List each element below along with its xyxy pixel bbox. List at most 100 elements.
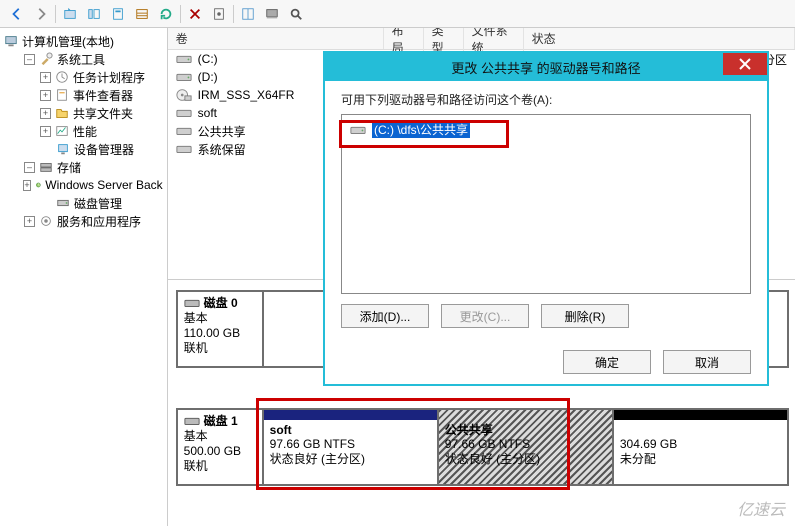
disk-type: 基本 xyxy=(184,429,208,443)
drive-icon xyxy=(176,52,192,66)
disk-type: 基本 xyxy=(184,311,208,325)
disk-1-info: 磁盘 1 基本 500.00 GB 联机 xyxy=(178,410,264,484)
perf-icon xyxy=(55,124,69,138)
expand-icon[interactable]: + xyxy=(24,216,35,227)
tree-root[interactable]: 计算机管理(本地) xyxy=(0,32,167,50)
tree-label: 任务计划程序 xyxy=(73,69,145,86)
drive-icon xyxy=(176,106,192,120)
back-button[interactable] xyxy=(6,3,28,25)
show-button[interactable] xyxy=(83,3,105,25)
tree-task[interactable]: + 任务计划程序 xyxy=(0,68,167,86)
vol-name: 系统保留 xyxy=(198,141,246,158)
col-vol[interactable]: 卷 xyxy=(168,28,384,49)
help-button[interactable] xyxy=(237,3,259,25)
clock-icon xyxy=(55,70,69,84)
expand-icon[interactable]: + xyxy=(40,90,51,101)
part-status: 未分配 xyxy=(620,452,656,466)
nav-tree[interactable]: 计算机管理(本地) – 系统工具 + 任务计划程序 + 事件查看器 + 共享文件… xyxy=(0,28,168,526)
tree-devmgr[interactable]: 设备管理器 xyxy=(0,140,167,158)
part-info: 304.69 GB xyxy=(620,437,677,451)
watermark: 亿速云 xyxy=(737,496,785,520)
dialog-titlebar[interactable]: 更改 公共共享 的驱动器号和路径 xyxy=(325,53,767,81)
tree-label: 设备管理器 xyxy=(74,141,134,158)
expand-icon[interactable]: + xyxy=(40,126,51,137)
disk-icon xyxy=(184,296,200,310)
tree-label: 服务和应用程序 xyxy=(57,213,141,230)
dialog-title: 更改 公共共享 的驱动器号和路径 xyxy=(451,58,640,77)
vol-name: (D:) xyxy=(198,70,218,84)
close-icon xyxy=(739,58,751,70)
find-button[interactable] xyxy=(285,3,307,25)
drive-icon xyxy=(176,124,192,138)
disk-size: 110.00 GB xyxy=(184,326,240,340)
cancel-button[interactable]: 取消 xyxy=(663,350,751,374)
expand-icon[interactable]: + xyxy=(40,108,51,119)
drive-icon xyxy=(176,70,192,84)
tree-wsb[interactable]: + Windows Server Back xyxy=(0,176,167,194)
tree-diskmgmt[interactable]: 磁盘管理 xyxy=(0,194,167,212)
disk-name: 磁盘 0 xyxy=(204,296,238,310)
event-icon xyxy=(55,88,69,102)
disk-0-info: 磁盘 0 基本 110.00 GB 联机 xyxy=(178,292,264,366)
disk-state: 联机 xyxy=(184,459,208,473)
toolbar-sep xyxy=(180,5,181,23)
toolbar-sep xyxy=(233,5,234,23)
expand-icon[interactable]: + xyxy=(23,180,30,191)
disk-state: 联机 xyxy=(184,341,208,355)
tree-label: 磁盘管理 xyxy=(74,195,122,212)
tree-label: Windows Server Back xyxy=(45,178,162,192)
partition-cap xyxy=(614,410,787,420)
change-button[interactable]: 更改(C)... xyxy=(441,304,529,328)
computer-icon xyxy=(4,34,18,48)
toolbar xyxy=(0,0,795,28)
properties-button[interactable] xyxy=(107,3,129,25)
tree-label: 计算机管理(本地) xyxy=(22,33,114,50)
tree-perf[interactable]: + 性能 xyxy=(0,122,167,140)
tree-event[interactable]: + 事件查看器 xyxy=(0,86,167,104)
part-name: 公共共享 xyxy=(445,423,493,437)
ok-button[interactable]: 确定 xyxy=(563,350,651,374)
collapse-icon[interactable]: – xyxy=(24,162,35,173)
close-button[interactable] xyxy=(723,53,767,75)
action-button[interactable] xyxy=(261,3,283,25)
services-icon xyxy=(39,214,53,228)
vol-name: IRM_SSS_X64FR xyxy=(198,88,295,102)
collapse-icon[interactable]: – xyxy=(24,54,35,65)
partition-unalloc[interactable]: 304.69 GB 未分配 xyxy=(612,410,787,484)
remove-button[interactable]: 删除(R) xyxy=(541,304,629,328)
add-button[interactable]: 添加(D)... xyxy=(341,304,429,328)
list-button[interactable] xyxy=(131,3,153,25)
tools-icon xyxy=(39,52,53,66)
part-status: 状态良好 (主分区) xyxy=(445,452,540,466)
tree-label: 事件查看器 xyxy=(73,87,133,104)
tree-storage[interactable]: – 存储 xyxy=(0,158,167,176)
disk-icon xyxy=(56,196,70,210)
partition-share[interactable]: 公共共享 97.66 GB NTFS 状态良好 (主分区) xyxy=(437,410,612,484)
vol-name: soft xyxy=(198,106,217,120)
device-icon xyxy=(56,142,70,156)
up-button[interactable] xyxy=(59,3,81,25)
storage-icon xyxy=(39,160,53,174)
part-info: 97.66 GB NTFS xyxy=(445,437,530,451)
tree-services[interactable]: + 服务和应用程序 xyxy=(0,212,167,230)
tree-systools[interactable]: – 系统工具 xyxy=(0,50,167,68)
toolbar-sep xyxy=(55,5,56,23)
dialog-label: 可用下列驱动器号和路径访问这个卷(A): xyxy=(341,91,751,108)
volume-header: 卷 布局 类型 文件系统 状态 xyxy=(168,28,795,50)
highlight-box-path xyxy=(339,120,509,148)
tree-share[interactable]: + 共享文件夹 xyxy=(0,104,167,122)
refresh-button[interactable] xyxy=(155,3,177,25)
tree-label: 性能 xyxy=(73,123,97,140)
disk-size: 500.00 GB xyxy=(184,444,241,458)
col-status[interactable]: 状态 xyxy=(524,28,795,49)
forward-button[interactable] xyxy=(30,3,52,25)
drive-icon xyxy=(176,142,192,156)
disk-icon xyxy=(184,414,200,428)
tree-label: 系统工具 xyxy=(57,51,105,68)
folder-share-icon xyxy=(55,106,69,120)
expand-icon[interactable]: + xyxy=(40,72,51,83)
delete-button[interactable] xyxy=(184,3,206,25)
tree-label: 共享文件夹 xyxy=(73,105,133,122)
props-button[interactable] xyxy=(208,3,230,25)
change-path-dialog: 更改 公共共享 的驱动器号和路径 可用下列驱动器号和路径访问这个卷(A): (C… xyxy=(323,51,769,386)
